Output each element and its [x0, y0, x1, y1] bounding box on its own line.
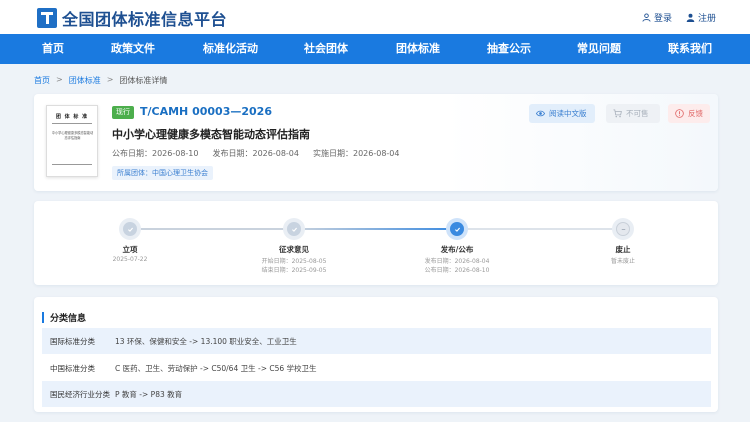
effective-date: 实施日期：2026-08-04 — [313, 149, 400, 158]
timeline-label: 立项 — [122, 245, 138, 254]
timeline-date: 暂未废止 — [610, 258, 635, 265]
nav-home[interactable]: 首页 — [42, 34, 64, 64]
classification-value: P 教育 -> P83 教育 — [115, 389, 183, 399]
not-for-sale-button[interactable]: 不可售 — [606, 104, 660, 123]
timeline-node-approval — [119, 218, 141, 240]
logo-icon — [37, 8, 57, 28]
cart-icon — [613, 109, 622, 118]
thumbnail-title: 中小学心理健康多模态智能动态评估指南 — [51, 131, 94, 140]
breadcrumb-standards[interactable]: 团体标准 — [69, 75, 101, 86]
standard-dates: 公布日期：2026-08-10 发布日期：2026-08-04 实施日期：202… — [112, 148, 400, 159]
read-chinese-label: 阅读中文版 — [549, 109, 587, 118]
timeline-label: 征求意见 — [279, 245, 309, 254]
timeline-node-publish — [446, 218, 468, 240]
login-link[interactable]: 登录 — [642, 11, 672, 24]
timeline-node-comments — [283, 218, 305, 240]
classification-row: 国际标准分类 13 环保、保健和安全 -> 13.100 职业安全、工业卫生 — [42, 328, 711, 354]
breadcrumb-home[interactable]: 首页 — [34, 75, 50, 86]
user-icon — [686, 13, 695, 22]
top-header: 全国团体标准信息平台 登录 注册 — [0, 0, 750, 34]
user-links: 登录 注册 — [642, 11, 716, 24]
classification-key: 国际标准分类 — [50, 336, 95, 346]
timeline-label: 废止 — [615, 245, 631, 254]
organization-tag[interactable]: 所属团体：中国心理卫生协会 — [112, 166, 213, 180]
thumbnail-rule — [52, 123, 92, 124]
timeline-connector — [458, 228, 624, 230]
timeline-date: 公布日期：2026-08-10 — [424, 267, 490, 274]
register-link[interactable]: 注册 — [686, 11, 716, 24]
classification-value: 13 环保、保健和安全 -> 13.100 职业安全、工业卫生 — [115, 336, 297, 346]
standard-cover-thumbnail[interactable]: 团 体 标 准 中小学心理健康多模态智能动态评估指南 — [46, 105, 98, 177]
check-icon — [450, 222, 464, 236]
nav-organizations[interactable]: 社会团体 — [304, 34, 348, 64]
feedback-button[interactable]: 反馈 — [668, 104, 710, 123]
classification-card: 分类信息 国际标准分类 13 环保、保健和安全 -> 13.100 职业安全、工… — [34, 297, 718, 412]
nav-activities[interactable]: 标准化活动 — [203, 34, 258, 64]
nav-contact[interactable]: 联系我们 — [668, 34, 712, 64]
standard-code: T/CAMH 00003—2026 — [140, 105, 272, 118]
nav-policy[interactable]: 政策文件 — [111, 34, 155, 64]
nav-spot-check[interactable]: 抽查公示 — [487, 34, 531, 64]
timeline-date: 结束日期：2025-09-05 — [261, 267, 327, 274]
timeline-connector — [295, 228, 458, 230]
login-label: 登录 — [653, 14, 672, 24]
standard-detail-card: 团 体 标 准 中小学心理健康多模态智能动态评估指南 现行 T/CAMH 000… — [34, 94, 718, 191]
classification-key: 国民经济行业分类 — [50, 389, 110, 399]
breadcrumb: 首页 > 团体标准 > 团体标准详情 — [34, 75, 167, 86]
nav-faq[interactable]: 常见问题 — [577, 34, 621, 64]
timeline-node-abolish — [612, 218, 634, 240]
thumbnail-rule — [52, 164, 92, 165]
register-label: 注册 — [697, 14, 716, 24]
breadcrumb-current: 团体标准详情 — [119, 76, 168, 85]
status-badge: 现行 — [112, 106, 134, 119]
feedback-label: 反馈 — [688, 109, 703, 118]
minus-icon — [616, 222, 630, 236]
timeline-date: 开始日期：2025-08-05 — [261, 258, 327, 265]
not-for-sale-label: 不可售 — [626, 109, 649, 118]
timeline-connector — [130, 228, 295, 230]
publish-date: 公布日期：2026-08-10 — [112, 149, 199, 158]
breadcrumb-separator: > — [56, 75, 63, 84]
issue-date: 发布日期：2026-08-04 — [212, 149, 300, 158]
classification-key: 中国标准分类 — [50, 363, 95, 373]
classification-row: 国民经济行业分类 P 教育 -> P83 教育 — [42, 381, 711, 407]
site-logo[interactable]: 全国团体标准信息平台 — [37, 6, 227, 30]
eye-icon — [536, 110, 545, 117]
classification-value: C 医药、卫生、劳动保护 -> C50/64 卫生 -> C56 学校卫生 — [115, 363, 317, 373]
check-icon — [123, 222, 137, 236]
heading-accent-bar — [42, 312, 44, 323]
classification-heading: 分类信息 — [42, 311, 86, 324]
nav-standards[interactable]: 团体标准 — [396, 34, 440, 64]
alert-circle-icon — [675, 109, 684, 118]
timeline-label: 发布/公布 — [440, 245, 474, 254]
read-chinese-button[interactable]: 阅读中文版 — [529, 104, 595, 123]
classification-row: 中国标准分类 C 医药、卫生、劳动保护 -> C50/64 卫生 -> C56 … — [42, 355, 711, 381]
site-title: 全国团体标准信息平台 — [62, 10, 228, 29]
timeline-date: 2025-07-22 — [112, 256, 148, 263]
breadcrumb-separator: > — [106, 75, 114, 84]
check-icon — [287, 222, 301, 236]
standard-title: 中小学心理健康多模态智能动态评估指南 — [112, 128, 310, 141]
user-outline-icon — [642, 13, 651, 22]
thumbnail-heading: 团 体 标 准 — [55, 114, 89, 120]
classification-title: 分类信息 — [50, 314, 87, 324]
main-nav: 首页 政策文件 标准化活动 社会团体 团体标准 抽查公示 常见问题 联系我们 — [0, 34, 750, 64]
timeline-date: 发布日期：2026-08-04 — [424, 258, 490, 265]
lifecycle-timeline: 立项 2025-07-22 征求意见 开始日期：2025-08-05 结束日期：… — [34, 201, 718, 285]
